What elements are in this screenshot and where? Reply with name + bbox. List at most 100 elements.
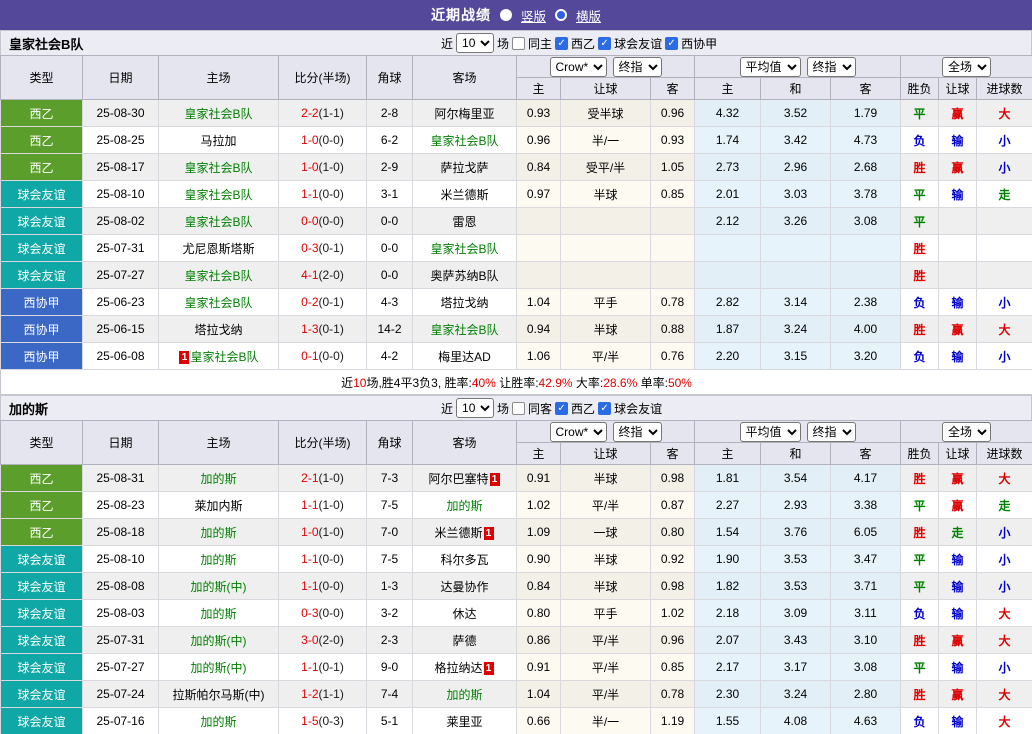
team-link[interactable]: 米兰德斯 — [440, 188, 488, 202]
home-team-name[interactable]: 加的斯(中) — [191, 580, 247, 594]
league-filter-label[interactable]: 西协甲 — [681, 35, 717, 52]
team-link[interactable]: 加的斯 — [200, 526, 236, 540]
team-link[interactable]: 米兰德斯 — [434, 526, 482, 540]
team-link[interactable]: 马拉加 — [200, 134, 236, 148]
team-link[interactable]: 尤尼恩斯塔斯 — [182, 242, 254, 256]
league-filter-label[interactable]: 球会友谊 — [614, 400, 662, 417]
team-link[interactable]: 皇家社会B队 — [184, 188, 252, 202]
home-team-name[interactable]: 加的斯 — [200, 715, 236, 729]
team-link[interactable]: 加的斯 — [200, 715, 236, 729]
team-link[interactable]: 皇家社会B队 — [184, 269, 252, 283]
home-team-name[interactable]: 加的斯 — [200, 526, 236, 540]
home-team-name[interactable]: 皇家社会B队 — [184, 161, 252, 175]
table2-same-venue-checkbox[interactable] — [512, 401, 526, 415]
table2-odds-time-select[interactable]: 终指 — [612, 421, 662, 442]
table1-odds-source-select[interactable]: Crow* — [549, 56, 607, 77]
table1-league-checkbox-1[interactable]: ✓ — [598, 36, 612, 50]
table2-scope-select[interactable]: 全场 — [942, 421, 992, 442]
team-link[interactable]: 加的斯 — [200, 553, 236, 567]
table1-league-checkbox-2[interactable]: ✓ — [665, 36, 679, 50]
home-team-name[interactable]: 皇家社会B队 — [184, 215, 252, 229]
away-team-name[interactable]: 格拉纳达 1 — [434, 661, 494, 675]
table1-odds-time-select[interactable]: 终指 — [612, 56, 662, 77]
team-link[interactable]: 梅里达AD — [438, 350, 491, 364]
away-team-name[interactable]: 奥萨苏纳B队 — [430, 269, 498, 283]
home-team-name[interactable]: 加的斯(中) — [191, 634, 247, 648]
table1-avg-source-select[interactable]: 平均值 — [739, 56, 801, 77]
away-team-name[interactable]: 米兰德斯 1 — [434, 526, 494, 540]
table2-league-checkbox-0[interactable]: ✓ — [555, 401, 569, 415]
table2-avg-source-select[interactable]: 平均值 — [739, 421, 801, 442]
home-team-name[interactable]: 拉斯帕尔马斯(中) — [173, 688, 265, 702]
team-link[interactable]: 拉斯帕尔马斯(中) — [173, 688, 265, 702]
league-filter-label[interactable]: 西乙 — [571, 35, 595, 52]
same-venue-label[interactable]: 同主 — [528, 35, 552, 52]
same-venue-label[interactable]: 同客 — [528, 400, 552, 417]
home-team-name[interactable]: 马拉加 — [200, 134, 236, 148]
team-link[interactable]: 塔拉戈纳 — [440, 296, 488, 310]
away-team-name[interactable]: 梅里达AD — [438, 350, 491, 364]
away-team-name[interactable]: 科尔多瓦 — [440, 553, 488, 567]
away-team-name[interactable]: 加的斯 — [446, 499, 482, 513]
vertical-layout-label[interactable]: 竖版 — [521, 6, 546, 25]
team-link[interactable]: 休达 — [452, 607, 476, 621]
team-link[interactable]: 皇家社会B队 — [184, 161, 252, 175]
league-filter-label[interactable]: 西乙 — [571, 400, 595, 417]
table2-odds-source-select[interactable]: Crow* — [549, 421, 607, 442]
team-link[interactable]: 皇家社会B队 — [184, 107, 252, 121]
home-team-name[interactable]: 加的斯 — [200, 472, 236, 486]
table1-same-venue-checkbox[interactable] — [512, 36, 526, 50]
home-team-name[interactable]: 加的斯 — [200, 553, 236, 567]
table1-avg-time-select[interactable]: 终指 — [806, 56, 856, 77]
league-filter-label[interactable]: 球会友谊 — [614, 35, 662, 52]
team-link[interactable]: 皇家社会B队 — [430, 323, 498, 337]
home-team-name[interactable]: 皇家社会B队 — [184, 188, 252, 202]
team-link[interactable]: 加的斯(中) — [191, 580, 247, 594]
team-link[interactable]: 皇家社会B队 — [190, 350, 258, 364]
team-link[interactable]: 莱里亚 — [446, 715, 482, 729]
home-team-name[interactable]: 皇家社会B队 — [184, 269, 252, 283]
team-link[interactable]: 加的斯 — [446, 499, 482, 513]
team-link[interactable]: 达曼协作 — [440, 580, 488, 594]
table2-league-checkbox-1[interactable]: ✓ — [598, 401, 612, 415]
away-team-name[interactable]: 萨德 — [452, 634, 476, 648]
team-link[interactable]: 萨德 — [452, 634, 476, 648]
horizontal-layout-label[interactable]: 横版 — [576, 6, 601, 25]
team-link[interactable]: 阿尔巴塞特 — [428, 472, 488, 486]
home-team-name[interactable]: 莱加内斯 — [194, 499, 242, 513]
team-link[interactable]: 奥萨苏纳B队 — [430, 269, 498, 283]
team-link[interactable]: 莱加内斯 — [194, 499, 242, 513]
team-link[interactable]: 阿尔梅里亚 — [434, 107, 494, 121]
team-link[interactable]: 皇家社会B队 — [184, 296, 252, 310]
team-link[interactable]: 科尔多瓦 — [440, 553, 488, 567]
table2-recent-count-select[interactable]: 10 — [456, 398, 495, 418]
home-team-name[interactable]: 加的斯 — [200, 607, 236, 621]
team-link[interactable]: 加的斯 — [200, 607, 236, 621]
away-team-name[interactable]: 达曼协作 — [440, 580, 488, 594]
away-team-name[interactable]: 阿尔梅里亚 — [434, 107, 494, 121]
home-team-name[interactable]: 1 皇家社会B队 — [178, 350, 259, 364]
team-link[interactable]: 加的斯(中) — [191, 634, 247, 648]
away-team-name[interactable]: 皇家社会B队 — [430, 134, 498, 148]
away-team-name[interactable]: 皇家社会B队 — [430, 323, 498, 337]
away-team-name[interactable]: 加的斯 — [446, 688, 482, 702]
away-team-name[interactable]: 雷恩 — [452, 215, 476, 229]
home-team-name[interactable]: 加的斯(中) — [191, 661, 247, 675]
away-team-name[interactable]: 皇家社会B队 — [430, 242, 498, 256]
away-team-name[interactable]: 休达 — [452, 607, 476, 621]
team-link[interactable]: 皇家社会B队 — [184, 215, 252, 229]
home-team-name[interactable]: 皇家社会B队 — [184, 107, 252, 121]
team-link[interactable]: 皇家社会B队 — [430, 134, 498, 148]
away-team-name[interactable]: 莱里亚 — [446, 715, 482, 729]
team-link[interactable]: 加的斯 — [200, 472, 236, 486]
table1-scope-select[interactable]: 全场 — [942, 56, 992, 77]
team-link[interactable]: 雷恩 — [452, 215, 476, 229]
away-team-name[interactable]: 阿尔巴塞特 1 — [428, 472, 500, 486]
vertical-layout-radio[interactable] — [499, 9, 512, 21]
away-team-name[interactable]: 萨拉戈萨 — [440, 161, 488, 175]
table1-league-checkbox-0[interactable]: ✓ — [555, 36, 569, 50]
table1-recent-count-select[interactable]: 10 — [456, 33, 495, 53]
away-team-name[interactable]: 米兰德斯 — [440, 188, 488, 202]
home-team-name[interactable]: 塔拉戈纳 — [194, 323, 242, 337]
team-link[interactable]: 塔拉戈纳 — [194, 323, 242, 337]
